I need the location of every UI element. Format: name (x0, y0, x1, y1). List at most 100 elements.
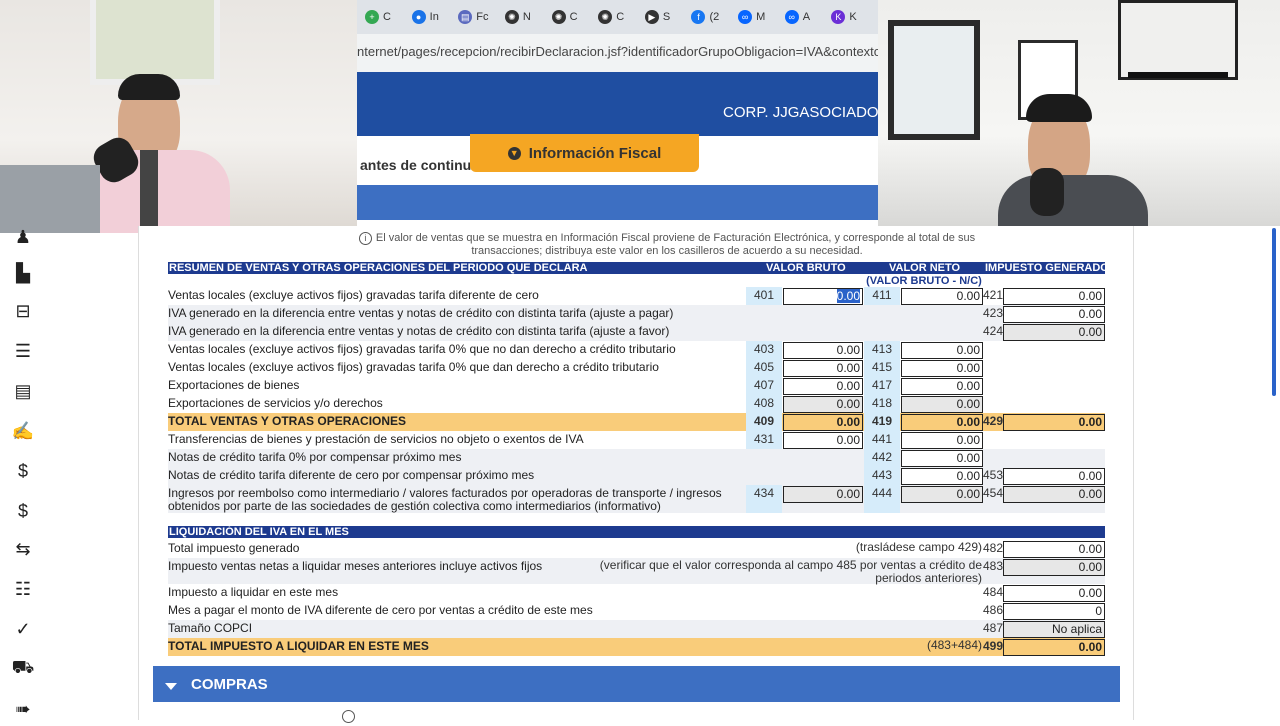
row-label: TOTAL VENTAS Y OTRAS OPERACIONES (168, 414, 407, 428)
openai-icon: ✺ (504, 10, 519, 24)
field-code-499: 499 (983, 639, 1004, 653)
field-input-434[interactable]: 0.00 (783, 486, 863, 503)
browser-tab[interactable]: ▶ S (644, 6, 692, 28)
tab-label: In (429, 11, 439, 23)
building-icon[interactable]: ▙ (12, 262, 34, 284)
table-row (168, 620, 1105, 638)
field-input-484[interactable]: 0.00 (1003, 585, 1105, 602)
field-input-418[interactable]: 0.00 (901, 396, 983, 413)
chevron-down-icon (165, 683, 177, 690)
row-note: (trasládese campo 429) (855, 540, 982, 554)
field-input-431[interactable]: 0.00 (783, 432, 863, 449)
browser-tab[interactable]: f (2 (691, 6, 738, 28)
field-input-483[interactable]: 0.00 (1003, 559, 1105, 576)
field-input-401[interactable]: 0.00 (783, 288, 863, 305)
field-value: 0.00 (836, 433, 860, 447)
field-input-403[interactable]: 0.00 (783, 342, 863, 359)
browser-tab[interactable]: + C (365, 6, 412, 28)
field-input-421[interactable]: 0.00 (1003, 288, 1105, 305)
page-check-icon[interactable]: ✓ (12, 618, 34, 640)
dollar-icon[interactable]: $ (12, 460, 34, 482)
field-value: 0.00 (956, 379, 980, 393)
document-icon[interactable]: ☰ (12, 340, 34, 362)
field-input-407[interactable]: 0.00 (783, 378, 863, 395)
row-label: IVA generado en la diferencia entre vent… (168, 306, 674, 320)
field-input-453[interactable]: 0.00 (1003, 468, 1105, 485)
field-code-483: 483 (983, 559, 1004, 573)
browser-tab[interactable]: ∞ A (784, 6, 832, 28)
tab-label: N (522, 11, 531, 23)
field-input-415[interactable]: 0.00 (901, 360, 983, 377)
field-input-454[interactable]: 0.00 (1003, 486, 1105, 503)
field-value: No aplica (1051, 622, 1102, 636)
field-input-443[interactable]: 0.00 (901, 468, 983, 485)
field-value: 0.00 (1078, 307, 1102, 321)
field-input-419[interactable]: 0.00 (901, 414, 983, 431)
field-input-423[interactable]: 0.00 (1003, 306, 1105, 323)
field-input-409[interactable]: 0.00 (783, 414, 863, 431)
shelf (1118, 0, 1238, 80)
presenter-left-tie (140, 150, 158, 233)
field-input-424[interactable]: 0.00 (1003, 324, 1105, 341)
field-input-499[interactable]: 0.00 (1003, 639, 1105, 656)
openai-icon: ✺ (598, 10, 613, 24)
col-neto-header: VALOR NETO (889, 262, 961, 274)
handshake-icon[interactable]: ✍ (12, 420, 34, 442)
field-input-441[interactable]: 0.00 (901, 432, 983, 449)
row-label: Impuesto ventas netas a liquidar meses a… (168, 559, 543, 573)
field-code-411: 411 (864, 287, 900, 305)
tab-label: C (616, 11, 625, 23)
webcam-left (0, 0, 357, 233)
browser-tab[interactable]: ✺ N (504, 6, 552, 28)
field-input-429[interactable]: 0.00 (1003, 414, 1105, 431)
field-input-408[interactable]: 0.00 (783, 396, 863, 413)
ventas-header-title: RESUMEN DE VENTAS Y OTRAS OPERACIONES DE… (169, 262, 588, 274)
field-code-408: 408 (746, 395, 782, 413)
field-input-487[interactable]: No aplica (1003, 621, 1105, 638)
inbox-icon[interactable]: ⊟ (12, 300, 34, 322)
info-fiscal-button[interactable]: ▼ Información Fiscal (470, 134, 699, 172)
field-value: 0.00 (836, 487, 860, 501)
row-label: Ventas locales (excluye activos fijos) g… (168, 342, 676, 356)
exchange-icon[interactable]: ⇆ (12, 538, 34, 560)
field-input-486[interactable]: 0 (1003, 603, 1105, 620)
row-label: Total impuesto generado (168, 541, 300, 555)
field-code-431: 431 (746, 431, 782, 449)
scrollbar[interactable] (1272, 228, 1276, 396)
field-code-401: 401 (746, 287, 782, 305)
facebook-icon: f (691, 10, 706, 24)
field-input-482[interactable]: 0.00 (1003, 541, 1105, 558)
browser-tab[interactable]: ∞ M (738, 6, 785, 28)
browser-tab[interactable]: ● In (411, 6, 459, 28)
browser-tab[interactable]: ▤ Fc (458, 6, 505, 28)
k-icon: K (831, 10, 846, 24)
user-icon[interactable]: ♟ (12, 226, 34, 248)
chevron-down-icon: ▼ (507, 146, 521, 160)
browser-tab[interactable]: ✺ C (598, 6, 645, 28)
address-bar[interactable]: nternet/pages/recepcion/recibirDeclaraci… (357, 34, 878, 72)
meta-icon: ∞ (784, 10, 799, 24)
browser-tab[interactable]: KK (831, 6, 878, 28)
file-icon[interactable]: ▤ (12, 380, 34, 402)
field-input-413[interactable]: 0.00 (901, 342, 983, 359)
browser-tab[interactable]: ✺ C (551, 6, 599, 28)
car-icon[interactable]: ⛟ (12, 657, 35, 680)
tab-label: S (662, 11, 671, 23)
row-note: (483+484) (926, 638, 982, 652)
row-label: Ventas locales (excluye activos fijos) g… (168, 288, 539, 302)
arrow-right-icon[interactable]: ➠ (12, 698, 34, 720)
field-code-486: 486 (983, 603, 1004, 617)
tab-label: A (802, 11, 811, 23)
field-input-405[interactable]: 0.00 (783, 360, 863, 377)
field-input-442[interactable]: 0.00 (901, 450, 983, 467)
wall-painting (90, 0, 220, 85)
field-input-411[interactable]: 0.00 (901, 288, 983, 305)
money-hand-icon[interactable]: $ (12, 500, 34, 522)
field-input-417[interactable]: 0.00 (901, 378, 983, 395)
checklist-icon[interactable]: ☷ (12, 578, 34, 600)
compras-section-toggle[interactable]: COMPRAS (153, 666, 1120, 702)
meta-icon: ∞ (738, 10, 753, 24)
row-label: Ingresos por reembolso como intermediari… (168, 486, 722, 500)
field-code-403: 403 (746, 341, 782, 359)
field-input-444[interactable]: 0.00 (901, 486, 983, 503)
